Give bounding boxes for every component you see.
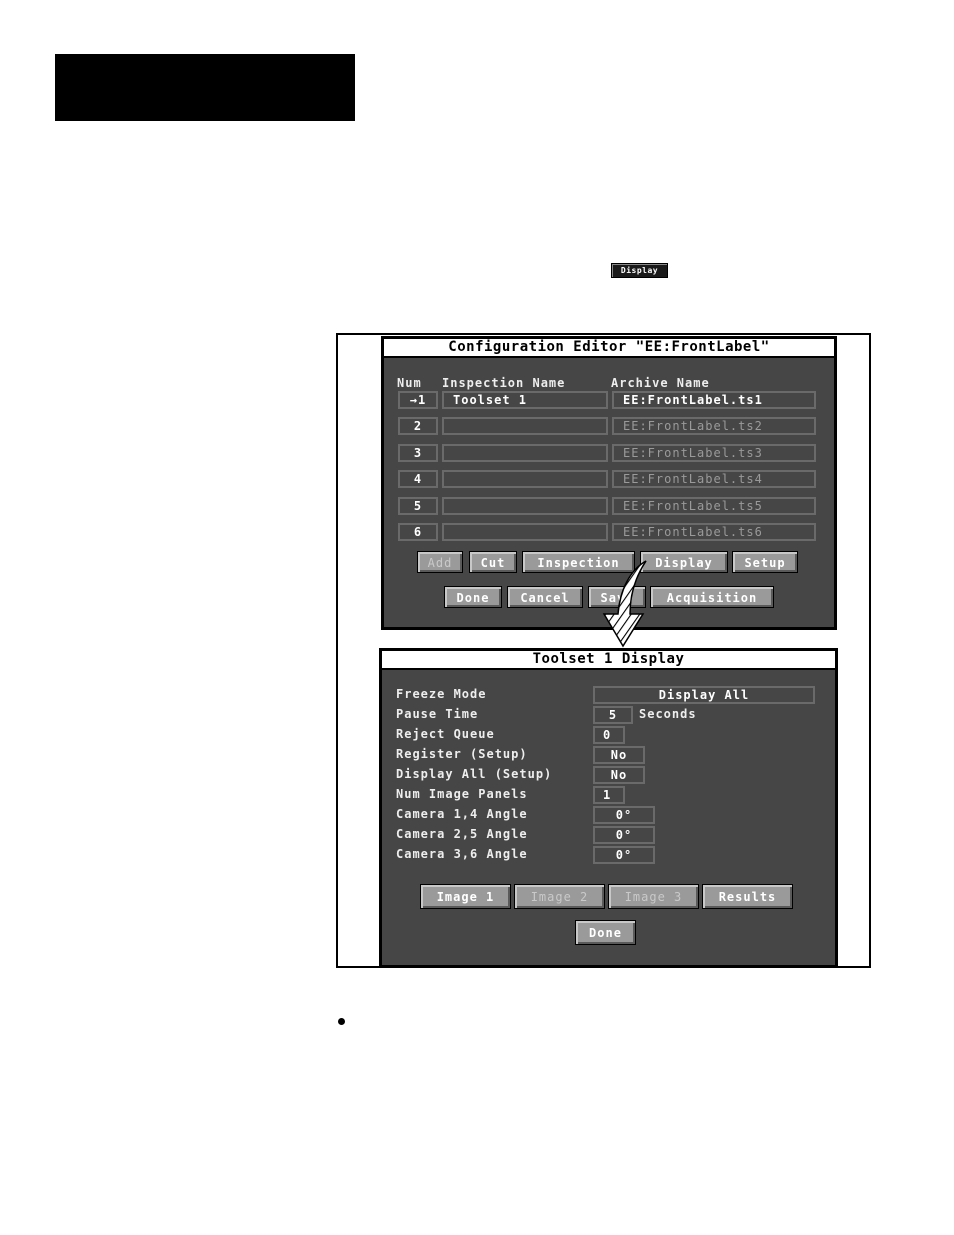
- display-all-setup-label: Display All (Setup): [396, 767, 553, 781]
- row-num-field[interactable]: 6: [398, 523, 438, 541]
- reject-queue-field[interactable]: 0: [593, 726, 625, 744]
- column-header-inspection-name: Inspection Name: [442, 376, 566, 390]
- pause-time-unit: Seconds: [639, 707, 697, 721]
- freeze-mode-field[interactable]: Display All: [593, 686, 815, 704]
- inspection-name-field[interactable]: [442, 417, 608, 435]
- config-editor-title: Configuration Editor "EE:FrontLabel": [384, 339, 834, 358]
- archive-name-field[interactable]: EE:FrontLabel.ts5: [612, 497, 816, 515]
- column-header-num: Num: [397, 376, 422, 390]
- pause-time-field[interactable]: 5: [593, 706, 633, 724]
- register-setup-label: Register (Setup): [396, 747, 528, 761]
- num-image-panels-field[interactable]: 1: [593, 786, 625, 804]
- column-header-archive-name: Archive Name: [611, 376, 710, 390]
- camera-1-4-angle-field[interactable]: 0°: [593, 806, 655, 824]
- done-button[interactable]: Done: [575, 920, 636, 945]
- pause-time-label: Pause Time: [396, 707, 479, 721]
- cut-button[interactable]: Cut: [469, 551, 517, 573]
- inline-display-button-figure: Display: [611, 263, 668, 278]
- row-num-field[interactable]: 3: [398, 444, 438, 462]
- inspection-name-field[interactable]: [442, 444, 608, 462]
- camera-1-4-angle-label: Camera 1,4 Angle: [396, 807, 528, 821]
- reject-queue-label: Reject Queue: [396, 727, 495, 741]
- register-setup-field[interactable]: No: [593, 746, 645, 764]
- inspection-name-field[interactable]: [442, 470, 608, 488]
- results-button[interactable]: Results: [702, 884, 793, 909]
- camera-2-5-angle-field[interactable]: 0°: [593, 826, 655, 844]
- image-3-button[interactable]: Image 3: [608, 884, 699, 909]
- row-num-field[interactable]: 5: [398, 497, 438, 515]
- setup-button[interactable]: Setup: [732, 551, 798, 573]
- num-image-panels-label: Num Image Panels: [396, 787, 528, 801]
- row-num-field[interactable]: 2: [398, 417, 438, 435]
- row-num-field[interactable]: →1: [398, 391, 438, 409]
- archive-name-field[interactable]: EE:FrontLabel.ts3: [612, 444, 816, 462]
- row-num-field[interactable]: 4: [398, 470, 438, 488]
- archive-name-field[interactable]: EE:FrontLabel.ts2: [612, 417, 816, 435]
- add-button[interactable]: Add: [417, 551, 463, 573]
- archive-name-field[interactable]: EE:FrontLabel.ts4: [612, 470, 816, 488]
- camera-2-5-angle-label: Camera 2,5 Angle: [396, 827, 528, 841]
- freeze-mode-label: Freeze Mode: [396, 687, 487, 701]
- curved-arrow-icon: [602, 560, 647, 648]
- bullet-point: [338, 1018, 345, 1025]
- inspection-name-field[interactable]: [442, 523, 608, 541]
- cancel-button[interactable]: Cancel: [507, 586, 583, 608]
- camera-3-6-angle-field[interactable]: 0°: [593, 846, 655, 864]
- toolset-display-window: Toolset 1 Display Freeze Mode Display Al…: [379, 648, 838, 968]
- done-button[interactable]: Done: [444, 586, 502, 608]
- chapter-header-bar: [55, 54, 355, 121]
- inspection-name-field[interactable]: Toolset 1: [442, 391, 608, 409]
- image-2-button[interactable]: Image 2: [514, 884, 605, 909]
- archive-name-field[interactable]: EE:FrontLabel.ts6: [612, 523, 816, 541]
- inspection-name-field[interactable]: [442, 497, 608, 515]
- display-all-setup-field[interactable]: No: [593, 766, 645, 784]
- archive-name-field[interactable]: EE:FrontLabel.ts1: [612, 391, 816, 409]
- camera-3-6-angle-label: Camera 3,6 Angle: [396, 847, 528, 861]
- image-1-button[interactable]: Image 1: [420, 884, 511, 909]
